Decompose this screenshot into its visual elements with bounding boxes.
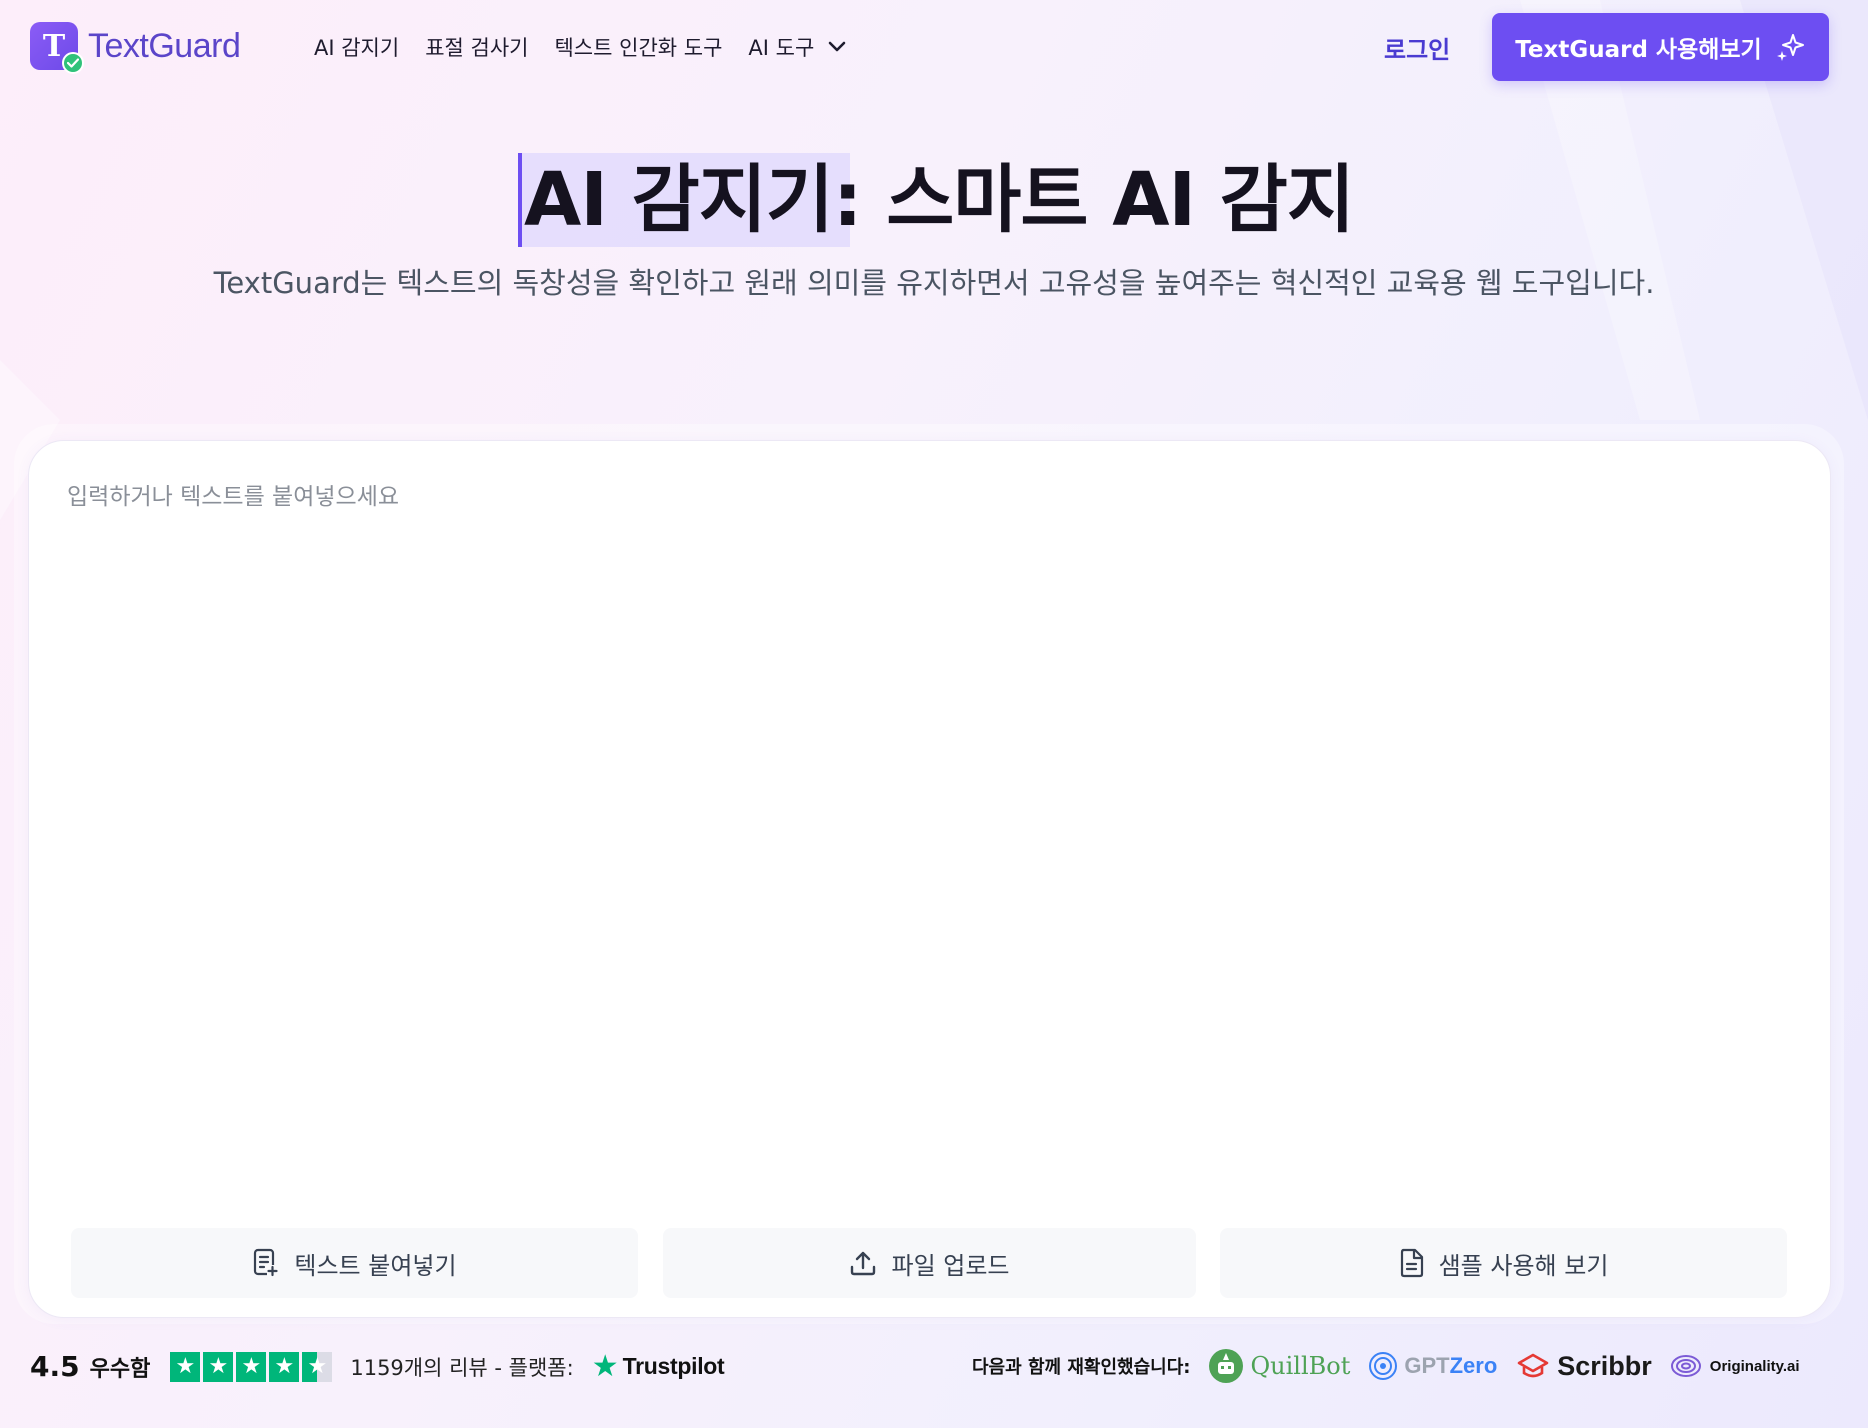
half-star-icon: ★: [302, 1351, 333, 1382]
logo-text: TextGuard: [88, 26, 241, 65]
quillbot-logo: QuillBot: [1208, 1348, 1350, 1384]
scribbr-icon: [1517, 1353, 1549, 1378]
page-subtitle: TextGuard는 텍스트의 독창성을 확인하고 원래 의미를 유지하면서 고…: [213, 266, 1655, 300]
star-icon: ★: [203, 1351, 234, 1382]
originality-logo: Originality.ai: [1670, 1352, 1800, 1380]
originality-icon: [1670, 1355, 1701, 1377]
gptzero-icon: [1369, 1352, 1398, 1380]
try-textguard-label: TextGuard 사용해보기: [1515, 37, 1762, 63]
quillbot-icon: [1209, 1349, 1244, 1383]
paste-document-icon: [254, 1248, 279, 1277]
star-icon: ★: [170, 1351, 201, 1382]
logo[interactable]: T TextGuard: [30, 22, 241, 74]
try-sample-label: 샘플 사용해 보기: [1438, 1251, 1609, 1280]
trustpilot-rating: 4.5 우수함 ★ ★ ★ ★ ★ 1159개의 리뷰 - 플랫폼: ★ Tru…: [30, 1348, 725, 1384]
upload-file-label: 파일 업로드: [891, 1251, 1010, 1280]
hero: AI 감지기: 스마트 AI 감지: [0, 150, 1868, 250]
main-nav: AI 감지기 표절 검사기 텍스트 인간화 도구 AI 도구: [314, 32, 846, 62]
gptzero-text-b: Zero: [1449, 1353, 1498, 1378]
login-link[interactable]: 로그인: [1384, 30, 1450, 65]
rating-stars: ★ ★ ★ ★ ★: [170, 1351, 333, 1382]
verified-with: 다음과 함께 재확인했습니다: QuillBot GPTZero Scribbr: [972, 1348, 1800, 1384]
trustpilot-text: Trustpilot: [622, 1353, 725, 1379]
quillbot-text: QuillBot: [1250, 1352, 1351, 1380]
paste-text-label: 텍스트 붙여넣기: [294, 1251, 457, 1280]
verified-label: 다음과 함께 재확인했습니다:: [972, 1357, 1191, 1378]
top-navbar: T TextGuard AI 감지기 표절 검사기 텍스트 인간화 도구 AI …: [0, 0, 1868, 96]
logo-mark-icon: T: [30, 22, 84, 74]
review-count: 1159개의 리뷰 - 플랫폼:: [350, 1355, 574, 1380]
star-icon: ★: [236, 1351, 267, 1382]
trustpilot-logo[interactable]: ★ Trustpilot: [591, 1348, 725, 1384]
nav-ai-tools-label: AI 도구: [748, 36, 815, 60]
upload-file-button[interactable]: 파일 업로드: [663, 1228, 1196, 1298]
paste-text-button[interactable]: 텍스트 붙여넣기: [71, 1228, 638, 1298]
text-input[interactable]: [67, 477, 1787, 1237]
document-icon: [1400, 1248, 1423, 1278]
gptzero-text: GPTZero: [1404, 1353, 1497, 1379]
nav-ai-tools-dropdown[interactable]: AI 도구: [748, 32, 846, 62]
rating-label: 우수함: [89, 1356, 151, 1382]
rating-score: 4.5: [30, 1350, 80, 1383]
nav-plagiarism-checker[interactable]: 표절 검사기: [425, 32, 528, 62]
page-title: AI 감지기: 스마트 AI 감지: [524, 157, 1355, 243]
check-badge-icon: [62, 52, 84, 74]
trustpilot-star-icon: ★: [591, 1348, 619, 1384]
gptzero-text-a: GPT: [1404, 1353, 1450, 1378]
text-editor-card: 텍스트 붙여넣기 파일 업로드 샘플 사용해 보기: [28, 440, 1831, 1318]
scribbr-text: Scribbr: [1557, 1350, 1652, 1381]
originality-text: Originality.ai: [1709, 1357, 1800, 1375]
nav-ai-detector[interactable]: AI 감지기: [314, 32, 399, 62]
star-icon: ★: [269, 1351, 300, 1382]
gptzero-logo: GPTZero: [1368, 1351, 1497, 1381]
scribbr-logo: Scribbr: [1515, 1351, 1652, 1382]
upload-icon: [851, 1251, 876, 1276]
chevron-down-icon: [828, 41, 846, 52]
sparkles-icon: [1776, 34, 1804, 61]
nav-humanizer[interactable]: 텍스트 인간화 도구: [554, 32, 722, 62]
try-sample-button[interactable]: 샘플 사용해 보기: [1220, 1228, 1787, 1298]
try-textguard-button[interactable]: TextGuard 사용해보기: [1492, 13, 1829, 81]
